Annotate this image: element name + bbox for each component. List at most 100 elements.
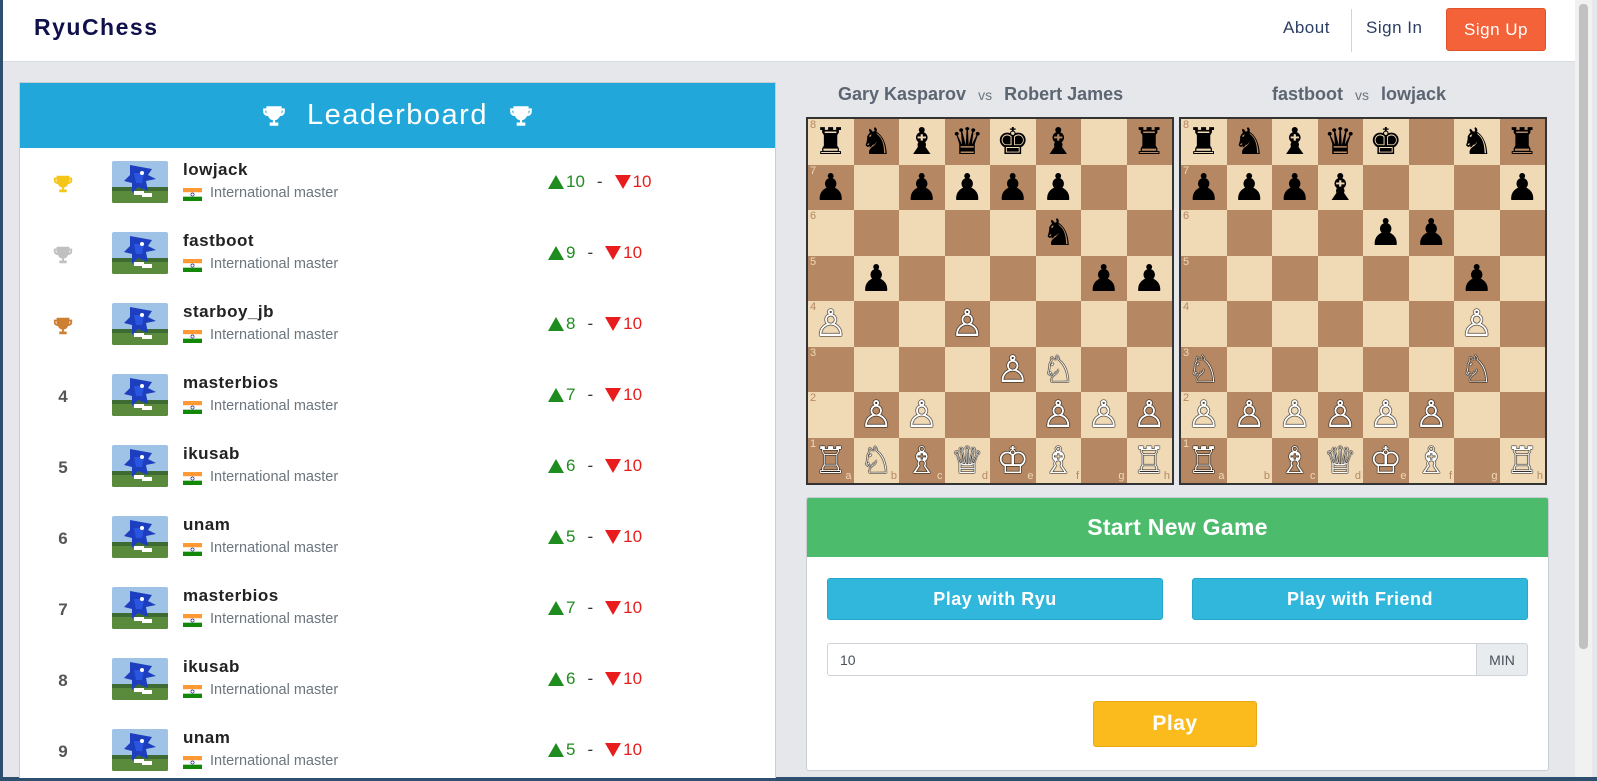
board-square[interactable] <box>1499 392 1545 438</box>
board-square[interactable]: ♚ <box>990 119 1036 165</box>
board-square[interactable]: ♟ <box>899 164 945 210</box>
board-square[interactable] <box>1317 301 1363 347</box>
white-knight-piece[interactable]: ♘ <box>1460 351 1493 388</box>
black-knight-piece[interactable]: ♞ <box>1460 123 1493 160</box>
board-square[interactable] <box>944 210 990 256</box>
board-square[interactable]: ♟ <box>1081 255 1127 301</box>
board-square[interactable]: ♟ 7 <box>808 164 854 210</box>
white-knight-piece[interactable]: ♘ <box>1187 351 1220 388</box>
white-rook-piece[interactable]: ♖ <box>1133 442 1166 479</box>
board-square[interactable] <box>899 346 945 392</box>
black-pawn-piece[interactable]: ♟ <box>1506 169 1539 206</box>
black-pawn-piece[interactable]: ♟ <box>1460 260 1493 297</box>
board-square[interactable] <box>944 255 990 301</box>
board-square[interactable]: ♘ 3 <box>1181 346 1227 392</box>
player-name[interactable]: fastboot <box>183 231 254 251</box>
board-square[interactable]: ♟ <box>1035 164 1081 210</box>
player-name[interactable]: masterbios <box>183 586 279 606</box>
board-square[interactable]: ♜ <box>1126 119 1172 165</box>
white-king-piece[interactable]: ♔ <box>996 442 1029 479</box>
board-square[interactable]: ♙ 2 <box>1181 392 1227 438</box>
board-square[interactable] <box>990 210 1036 256</box>
board-square[interactable] <box>1226 210 1272 256</box>
board-square[interactable]: ♝ <box>1272 119 1318 165</box>
white-bishop-piece[interactable]: ♗ <box>1278 442 1311 479</box>
board-square[interactable] <box>1408 255 1454 301</box>
board-square[interactable] <box>990 301 1036 347</box>
board-square[interactable] <box>1317 255 1363 301</box>
board-square[interactable]: ♙ <box>1081 392 1127 438</box>
white-pawn-piece[interactable]: ♙ <box>1187 396 1220 433</box>
chess-board-2[interactable]: ♜ 8 ♞ ♝ ♛ ♚ ♞ ♜ ♟ 7 ♟ ♟ ♝ ♟ 6 ♟ ♟ 5 ♟ 4 ♙ ♘ 3 ♘ ♙ 2 ♙ ♙ ♙ ♙ ♙ ♖ 1 a b ♗ c ♕ d ♔… <box>1179 117 1547 485</box>
board-square[interactable]: g <box>1081 437 1127 483</box>
board-square[interactable]: ♟ <box>1126 255 1172 301</box>
board-square[interactable]: ♜ 8 <box>1181 119 1227 165</box>
board-square[interactable]: 5 <box>808 255 854 301</box>
board-square[interactable]: ♔ e <box>1363 437 1409 483</box>
board-square[interactable]: ♖ 1 a <box>808 437 854 483</box>
player-name[interactable]: masterbios <box>183 373 279 393</box>
white-queen-piece[interactable]: ♕ <box>951 442 984 479</box>
board-square[interactable] <box>1081 119 1127 165</box>
play-button[interactable]: Play <box>1093 701 1257 747</box>
black-rook-piece[interactable]: ♜ <box>814 123 847 160</box>
board-square[interactable]: ♙ <box>990 346 1036 392</box>
board-square[interactable] <box>1363 346 1409 392</box>
board-square[interactable]: ♖ h <box>1499 437 1545 483</box>
white-queen-piece[interactable]: ♕ <box>1324 442 1357 479</box>
black-bishop-piece[interactable]: ♝ <box>1042 123 1075 160</box>
board-square[interactable] <box>1454 392 1500 438</box>
play-with-ryu-button[interactable]: Play with Ryu <box>827 578 1163 620</box>
black-bishop-piece[interactable]: ♝ <box>1324 169 1357 206</box>
white-rook-piece[interactable]: ♖ <box>1187 442 1220 479</box>
board-square[interactable] <box>1408 346 1454 392</box>
board-square[interactable]: 6 <box>1181 210 1227 256</box>
board-square[interactable] <box>1408 301 1454 347</box>
board-square[interactable]: ♝ <box>899 119 945 165</box>
board-square[interactable] <box>1408 164 1454 210</box>
board-square[interactable] <box>1126 346 1172 392</box>
leaderboard-row[interactable]: starboy_jb International master 8- 10 <box>20 290 775 362</box>
board-square[interactable]: ♗ c <box>899 437 945 483</box>
board-square[interactable]: ♗ f <box>1408 437 1454 483</box>
board-square[interactable] <box>1363 301 1409 347</box>
board-square[interactable] <box>1126 210 1172 256</box>
board-square[interactable] <box>990 392 1036 438</box>
black-pawn-piece[interactable]: ♟ <box>905 169 938 206</box>
white-pawn-piece[interactable]: ♙ <box>1087 396 1120 433</box>
board-square[interactable] <box>1499 255 1545 301</box>
board-square[interactable]: ♖ h <box>1126 437 1172 483</box>
black-king-piece[interactable]: ♚ <box>996 123 1029 160</box>
board-square[interactable] <box>1454 164 1500 210</box>
board-square[interactable]: ♞ <box>1454 119 1500 165</box>
board-square[interactable]: ♘ b <box>853 437 899 483</box>
board-square[interactable] <box>944 346 990 392</box>
white-bishop-piece[interactable]: ♗ <box>905 442 938 479</box>
board-square[interactable]: 5 <box>1181 255 1227 301</box>
leaderboard-row[interactable]: fastboot International master 9- 10 <box>20 219 775 291</box>
white-pawn-piece[interactable]: ♙ <box>860 396 893 433</box>
board-square[interactable] <box>1035 301 1081 347</box>
board-square[interactable]: ♙ <box>1126 392 1172 438</box>
time-limit-input[interactable] <box>827 643 1477 676</box>
board-square[interactable] <box>990 255 1036 301</box>
board-square[interactable]: b <box>1226 437 1272 483</box>
player-name[interactable]: unam <box>183 515 230 535</box>
leaderboard-row[interactable]: lowjack International master 10-10 <box>20 148 775 220</box>
board-square[interactable]: ♙ <box>944 301 990 347</box>
black-bishop-piece[interactable]: ♝ <box>905 123 938 160</box>
white-pawn-piece[interactable]: ♙ <box>1324 396 1357 433</box>
white-pawn-piece[interactable]: ♙ <box>1369 396 1402 433</box>
white-pawn-piece[interactable]: ♙ <box>1278 396 1311 433</box>
board-square[interactable]: ♟ <box>944 164 990 210</box>
board-square[interactable] <box>899 301 945 347</box>
board-square[interactable] <box>1499 210 1545 256</box>
black-pawn-piece[interactable]: ♟ <box>1233 169 1266 206</box>
player-name[interactable]: ikusab <box>183 657 240 677</box>
board-square[interactable]: ♘ <box>1035 346 1081 392</box>
black-player-name[interactable]: Robert James <box>1004 84 1123 104</box>
brand-logo[interactable]: RyuChess <box>34 14 158 41</box>
nav-sign-in-link[interactable]: Sign In <box>1366 18 1422 38</box>
sign-up-button[interactable]: Sign Up <box>1446 8 1546 51</box>
white-pawn-piece[interactable]: ♙ <box>1042 396 1075 433</box>
